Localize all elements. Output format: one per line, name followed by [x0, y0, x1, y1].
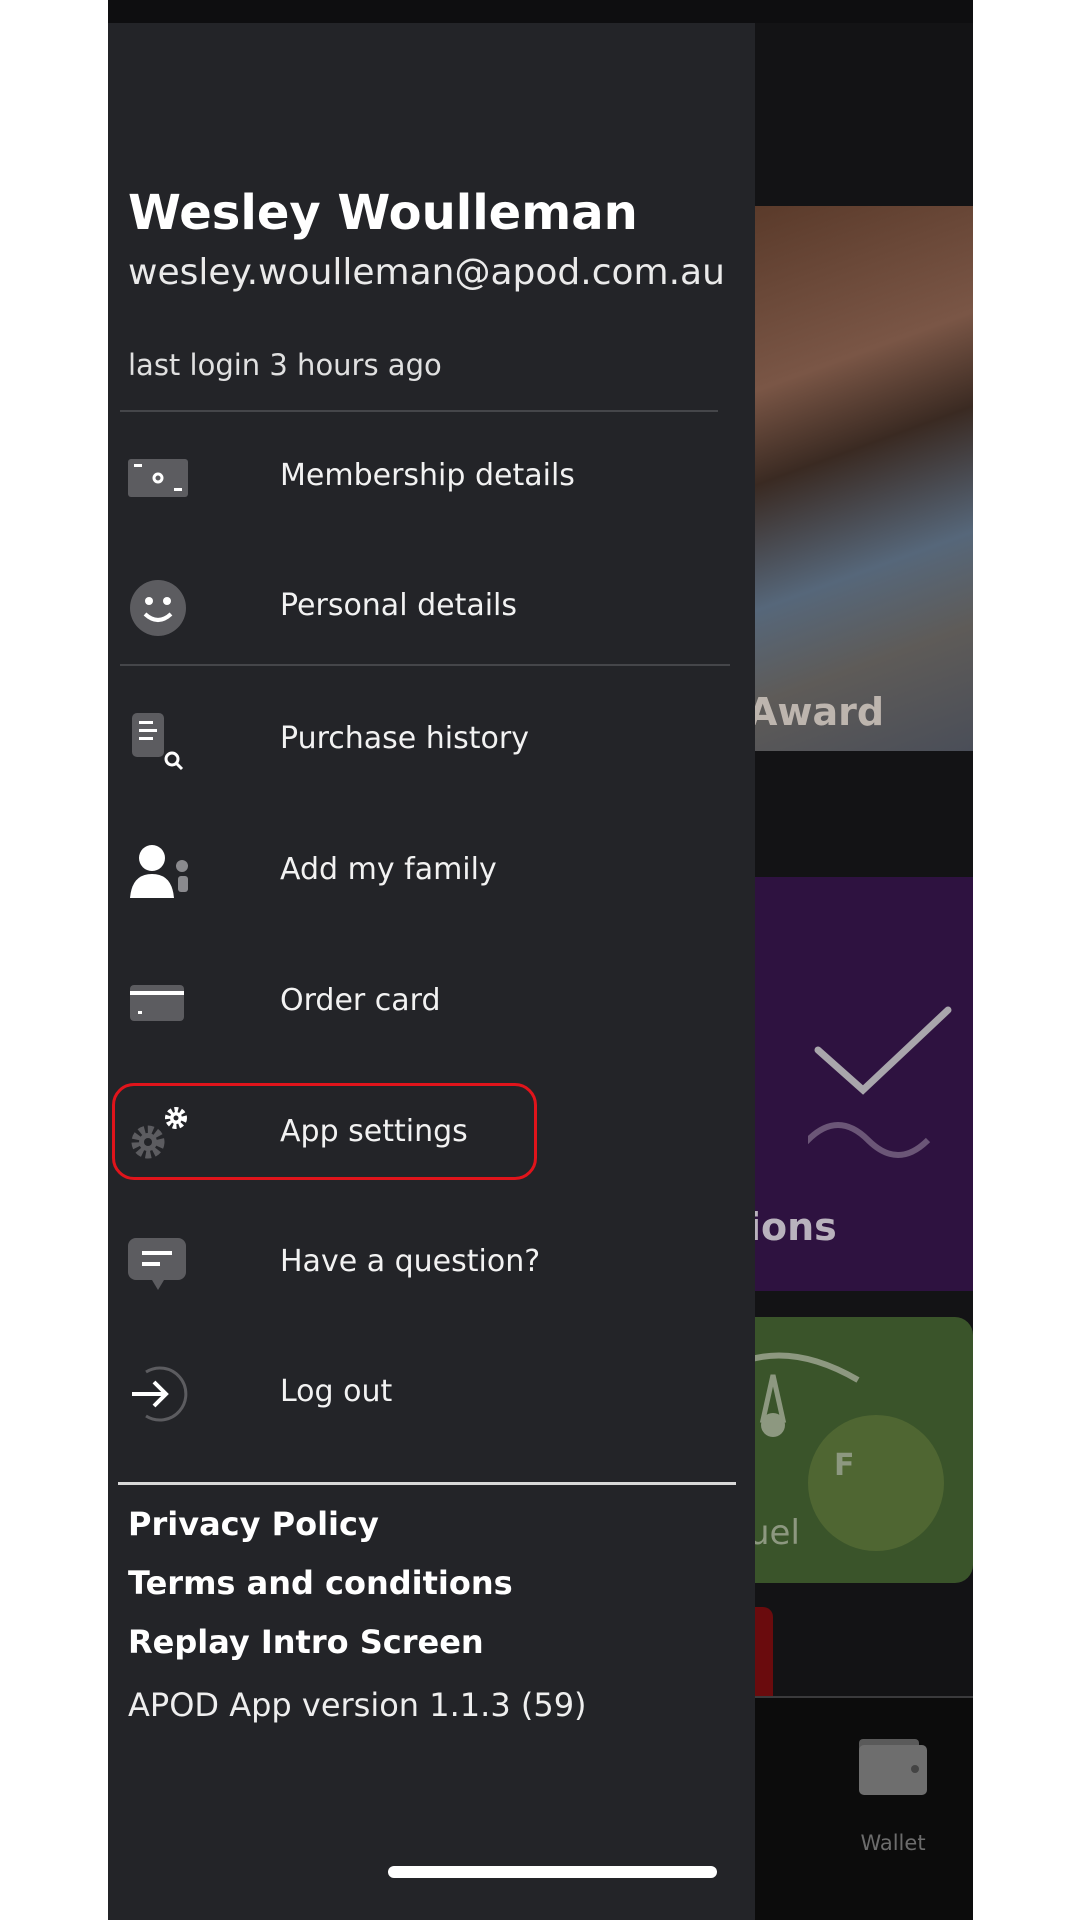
- menu-item-add-my-family[interactable]: Add my family: [108, 822, 755, 922]
- hero-image[interactable]: [748, 206, 973, 751]
- promotions-card-title: ions: [748, 1205, 837, 1249]
- divider: [120, 410, 718, 412]
- navigation-drawer: Wesley Woulleman wesley.woulleman@apod.c…: [108, 23, 755, 1920]
- menu-item-have-a-question[interactable]: Have a question?: [108, 1214, 755, 1314]
- divider: [118, 1482, 736, 1485]
- menu-item-label: Purchase history: [280, 721, 529, 756]
- gears-icon: [131, 1107, 187, 1159]
- fuel-badge: [808, 1415, 944, 1551]
- user-email: wesley.woulleman@apod.com.au: [128, 252, 725, 293]
- receipt-search-icon: [132, 713, 184, 771]
- menu-item-label: Have a question?: [280, 1244, 541, 1279]
- terms-link[interactable]: Terms and conditions: [128, 1564, 513, 1602]
- menu-item-label: Log out: [280, 1374, 393, 1409]
- home-indicator[interactable]: [388, 1866, 717, 1878]
- nav-wallet-label[interactable]: Wallet: [848, 1831, 938, 1855]
- menu-item-membership-details[interactable]: Membership details: [108, 428, 755, 528]
- fuel-badge-letter: F: [834, 1448, 855, 1483]
- logout-icon: [132, 1366, 188, 1422]
- menu-item-label: Membership details: [280, 458, 575, 493]
- replay-intro-link[interactable]: Replay Intro Screen: [128, 1623, 484, 1661]
- phone-screen: Award ions F uel Wallet Wesley Woulleman…: [108, 0, 973, 1920]
- divider: [120, 664, 730, 666]
- hero-title: Award: [748, 690, 885, 734]
- menu-item-label: App settings: [280, 1114, 468, 1149]
- menu-item-purchase-history[interactable]: Purchase history: [108, 691, 755, 791]
- menu-item-log-out[interactable]: Log out: [108, 1344, 755, 1444]
- add-family-icon: [130, 845, 188, 898]
- bottom-nav: [748, 1698, 973, 1920]
- privacy-policy-link[interactable]: Privacy Policy: [128, 1505, 379, 1543]
- membership-card-icon: [128, 459, 188, 497]
- credit-card-icon: [130, 985, 184, 1021]
- menu-item-order-card[interactable]: Order card: [108, 953, 755, 1053]
- menu-item-label: Personal details: [280, 588, 518, 623]
- app-version: APOD App version 1.1.3 (59): [128, 1686, 587, 1724]
- badge-check-icon: [808, 1006, 952, 1158]
- menu-item-label: Add my family: [280, 852, 497, 887]
- wallet-icon[interactable]: [857, 1737, 929, 1797]
- fuel-card-title: uel: [748, 1513, 800, 1553]
- menu-item-app-settings[interactable]: App settings: [108, 1084, 755, 1184]
- chat-bubble-icon: [128, 1238, 186, 1290]
- menu-item-personal-details[interactable]: Personal details: [108, 558, 755, 658]
- menu-item-label: Order card: [280, 983, 441, 1018]
- last-login: last login 3 hours ago: [128, 348, 442, 382]
- status-bar: [108, 0, 973, 23]
- user-name: Wesley Woulleman: [128, 185, 638, 241]
- smiley-face-icon: [130, 580, 186, 636]
